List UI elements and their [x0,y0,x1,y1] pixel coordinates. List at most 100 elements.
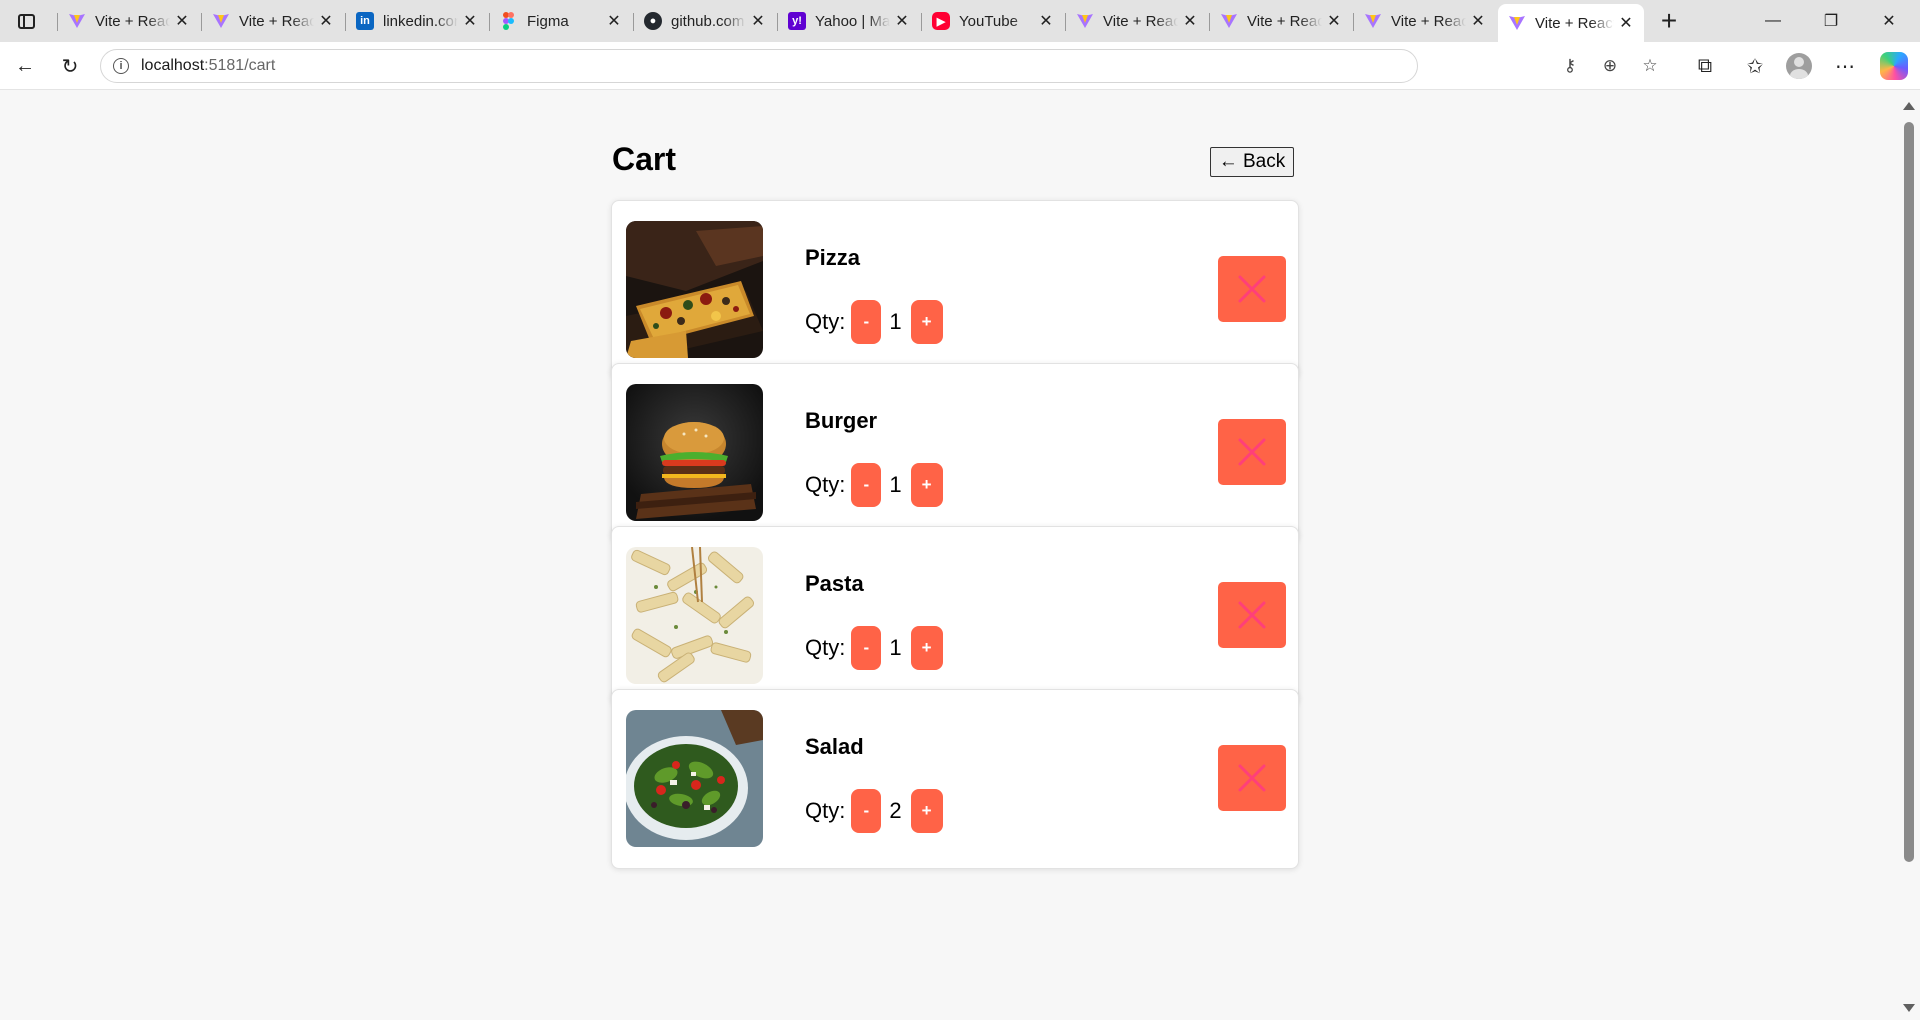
browser-tab[interactable]: Figma ✕ [489,4,632,38]
close-tab-icon[interactable]: ✕ [1470,13,1486,30]
quantity-stepper: Qty: -1 + [805,626,943,670]
vite-icon [1508,14,1526,32]
scroll-up-arrow-icon[interactable] [1903,102,1915,110]
refresh-icon[interactable]: ↻ [55,52,85,80]
close-tab-icon[interactable]: ✕ [1618,15,1634,32]
tab-actions-icon [17,13,35,29]
remove-item-button[interactable] [1218,582,1286,648]
vite-icon [1364,12,1382,30]
close-tab-icon[interactable]: ✕ [750,13,766,30]
vite-icon [1220,12,1238,30]
salad-photo [626,710,763,847]
increase-qty-button[interactable]: + [910,789,943,833]
vite-icon [68,12,86,30]
vite-icon [212,12,230,30]
close-tab-icon[interactable]: ✕ [1182,13,1198,30]
close-x-icon [1238,438,1266,466]
close-x-icon [1238,275,1266,303]
youtube-icon: ▶ [932,12,950,30]
browser-toolbar: ← ↻ i localhost:5181/cart ⚷ ⊕ ☆ ⧉ ✩ ⋯ [0,42,1920,90]
browser-tab[interactable]: Vite + React ✕ [1498,4,1644,42]
close-tab-icon[interactable]: ✕ [462,13,478,30]
url-path: :5181/cart [204,57,276,74]
remove-item-button[interactable] [1218,256,1286,322]
increase-qty-button[interactable]: + [910,626,943,670]
zoom-icon[interactable]: ⊕ [1596,56,1624,76]
tab-title: Vite + React [1247,12,1322,30]
page-scrollbar[interactable] [1897,94,1920,1018]
url-host: localhost [141,57,205,74]
github-icon: ● [644,12,662,30]
qty-value: 1 [889,635,902,660]
site-info-icon[interactable]: i [113,58,129,74]
tab-separator [57,13,58,31]
increase-qty-button[interactable]: + [910,300,943,344]
new-tab-button[interactable]: + [1654,5,1684,36]
remove-item-button[interactable] [1218,419,1286,485]
linkedin-icon: in [356,12,374,30]
decrease-qty-button[interactable]: - [851,463,882,507]
browser-tab[interactable]: y! Yahoo | Mail ✕ [777,4,920,38]
burger-photo [626,384,763,521]
scroll-down-arrow-icon[interactable] [1903,1004,1915,1012]
copilot-icon[interactable] [1880,52,1908,80]
tab-title: Figma [527,12,569,30]
close-tab-icon[interactable]: ✕ [894,13,910,30]
close-tab-icon[interactable]: ✕ [174,13,190,30]
decrease-qty-button[interactable]: - [851,300,882,344]
tab-title: Yahoo | Mail [815,12,890,30]
tab-title: Vite + React [1391,12,1466,30]
close-tab-icon[interactable]: ✕ [318,13,334,30]
cart-item: Pizza Qty: -1 + [611,200,1299,380]
vite-icon [1076,12,1094,30]
tab-separator [777,13,778,31]
browser-tab[interactable]: ▶ YouTube ✕ [921,4,1064,38]
tab-separator [345,13,346,31]
pizza-photo [626,221,763,358]
quantity-stepper: Qty: -1 + [805,300,943,344]
decrease-qty-button[interactable]: - [851,789,882,833]
address-bar[interactable]: i localhost:5181/cart [100,49,1418,83]
profile-avatar[interactable] [1786,53,1812,79]
close-x-icon [1238,601,1266,629]
close-tab-icon[interactable]: ✕ [606,13,622,30]
browser-tab[interactable]: Vite + React ✕ [201,4,344,38]
quantity-stepper: Qty: -1 + [805,463,943,507]
tab-title: linkedin.com [383,12,458,30]
tab-title: YouTube [959,12,1018,30]
item-name: Pizza [805,245,861,270]
browser-tab[interactable]: in linkedin.com✕ [345,4,488,38]
qty-value: 2 [889,798,902,823]
tab-actions-button[interactable] [12,8,40,34]
scrollbar-thumb[interactable] [1904,122,1914,862]
item-name: Burger [805,408,878,433]
tab-title: github.com [671,12,745,30]
remove-item-button[interactable] [1218,745,1286,811]
close-tab-icon[interactable]: ✕ [1326,13,1342,30]
increase-qty-button[interactable]: + [910,463,943,507]
browser-tab[interactable]: Vite + React ✕ [1209,4,1352,38]
browser-tab[interactable]: Vite + React ✕ [1065,4,1208,38]
tab-title: Vite + React [1103,12,1178,30]
browser-tab[interactable]: Vite + React ✕ [1353,4,1496,38]
minimize-button[interactable]: — [1744,0,1802,42]
tab-title: Vite + React [95,12,170,30]
close-tab-icon[interactable]: ✕ [1038,13,1054,30]
more-menu-icon[interactable]: ⋯ [1830,52,1860,80]
decrease-qty-button[interactable]: - [851,626,882,670]
browser-tab[interactable]: ● github.com ✕ [633,4,776,38]
close-window-button[interactable]: ✕ [1860,0,1918,42]
yahoo-icon: y! [788,12,806,30]
key-icon[interactable]: ⚷ [1556,56,1584,76]
back-arrow-icon[interactable]: ← [10,52,40,80]
cart-item: Pasta Qty: -1 + [611,526,1299,706]
restore-button[interactable]: ❐ [1802,0,1860,42]
browser-tab[interactable]: Vite + React ✕ [57,4,200,38]
qty-label: Qty: [805,472,846,497]
favorites-icon[interactable]: ✩ [1740,52,1770,80]
extensions-icon[interactable]: ⧉ [1690,52,1720,80]
figma-icon [500,12,518,30]
qty-value: 1 [889,472,902,497]
favorite-star-icon[interactable]: ☆ [1636,56,1664,76]
back-button[interactable]: ← Back [1210,147,1294,177]
